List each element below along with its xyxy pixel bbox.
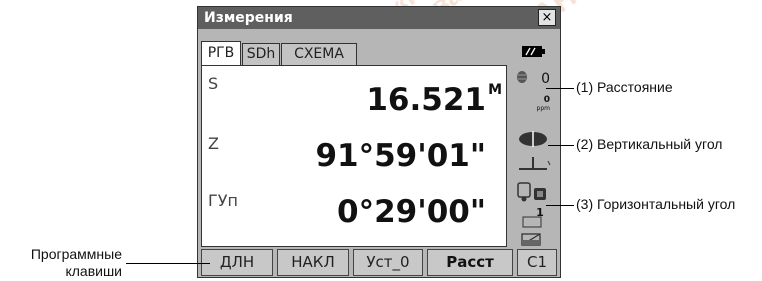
horizontal-angle-annotation: (3) Горизонтальный угол: [576, 196, 736, 212]
tab-sdh[interactable]: SDh: [242, 43, 280, 65]
ppm-value: 0: [544, 95, 550, 105]
softkey-rasst[interactable]: Расст: [427, 249, 513, 276]
prism-icon: [517, 71, 527, 83]
distance-label: S: [208, 74, 219, 93]
title-bar: Измерения ×: [198, 7, 560, 29]
window-title: Измерения: [204, 10, 293, 26]
status-panel: 0 0 ppm 1: [510, 41, 556, 247]
distance-value: 16.521: [366, 82, 486, 118]
horizontal-angle-leader-line: [546, 205, 574, 206]
ppm-label: ppm: [537, 105, 551, 112]
horizontal-angle-value: 0°29'00": [337, 194, 486, 230]
softkey-ust0[interactable]: Уст_0: [353, 249, 423, 276]
softkeys-leader-line: [126, 263, 210, 264]
keyboard-icon: [521, 233, 541, 246]
vertical-angle-annotation: (2) Вертикальный угол: [576, 136, 723, 152]
page-indicator: 1: [536, 206, 544, 219]
softkey-dln[interactable]: ДЛН: [201, 249, 273, 276]
tilt-icon: [519, 157, 551, 170]
tab-schema[interactable]: СХЕМА: [281, 43, 357, 65]
measurement-window: Измерения × РГВ SDh СХЕМА S 16.521 M Z 9…: [197, 6, 561, 278]
softkey-nakl[interactable]: НАКЛ: [277, 249, 349, 276]
softkeys-annotation: Программные клавиши: [6, 246, 122, 280]
battery-icon: [522, 46, 545, 57]
softkey-bar: ДЛН НАКЛ Уст_0 Расст C1: [201, 249, 557, 276]
distance-unit: M: [488, 82, 502, 98]
communication-icon: [517, 182, 546, 202]
measurement-panel: S 16.521 M Z 91°59'01" ГУп 0°29'00": [201, 65, 507, 247]
tab-rgv[interactable]: РГВ: [201, 41, 241, 66]
softkeys-annotation-line2: клавиши: [65, 263, 122, 279]
horizontal-angle-label: ГУп: [208, 191, 238, 210]
close-button[interactable]: ×: [538, 9, 556, 26]
vertical-angle-value: 91°59'01": [315, 138, 486, 174]
distance-annotation: (1) Расстояние: [576, 79, 673, 95]
vertical-angle-leader-line: [548, 145, 574, 146]
distance-leader-line: [546, 88, 574, 89]
softkeys-annotation-line1: Программные: [30, 246, 122, 262]
status-icons: 0 0 ppm 1: [517, 46, 551, 246]
prism-constant: 0: [541, 71, 550, 87]
softkey-c1[interactable]: C1: [517, 249, 557, 276]
laser-icon: [519, 131, 547, 147]
vertical-angle-label: Z: [208, 134, 219, 153]
